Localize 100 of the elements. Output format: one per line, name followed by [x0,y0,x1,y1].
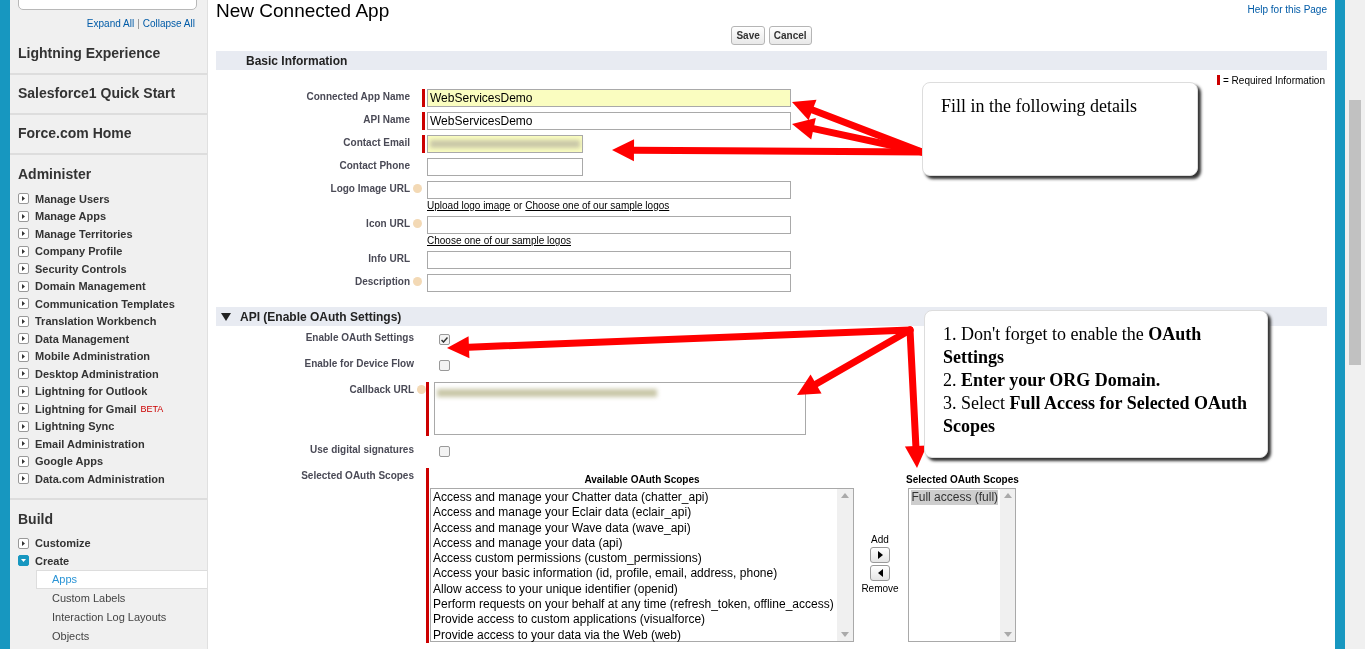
field-link[interactable]: Choose one of our sample logos [525,200,670,211]
list-option[interactable]: Access and manage your Eclair data (eclair_api) [433,505,835,521]
input-field[interactable] [427,216,791,234]
expand-icon[interactable] [18,420,29,432]
expand-all-link[interactable]: Expand All [86,18,135,29]
expand-icon[interactable] [18,537,29,549]
save-button[interactable]: Save [731,26,765,45]
sidebar-item[interactable]: Security Controls [35,262,127,275]
sidebar-item[interactable]: Communication Templates [35,297,175,310]
section-title: Basic Information [246,53,348,68]
expand-icon[interactable] [18,385,29,397]
list-option[interactable]: Access your basic information (id, profile, email, address, phone) [433,566,835,582]
callout-text: 3. Select Full Access for Selected OAuth Scopes [943,392,1249,438]
expand-icon[interactable] [18,210,29,222]
input-field[interactable]: WebServicesDemo [427,89,791,107]
input-field[interactable] [427,158,583,176]
list-option[interactable]: Allow access to your unique identifier (openid) [433,581,835,598]
input-field[interactable] [427,251,791,269]
sidebar-item[interactable]: Customize [35,537,91,550]
sidebar-item[interactable]: Lightning for Gmail [35,402,137,415]
input-field[interactable] [427,181,791,199]
list-option[interactable]: Full access (full) [911,490,999,506]
collapse-all-link[interactable]: Collapse All [142,18,195,29]
sidebar-subitem[interactable]: Custom Labels [36,588,207,608]
separator: | [137,18,140,29]
expand-icon[interactable] [18,245,29,257]
expand-icon[interactable] [18,438,29,450]
expand-icon[interactable] [18,333,29,345]
list-title: Available OAuth Scopes [584,472,700,487]
list-option[interactable]: Perform requests on your behalf at any time (refresh_token, offline_access) [433,597,835,613]
sidebar-item[interactable]: Lightning Sync [35,420,115,433]
field-link[interactable]: Choose one of our sample logos [427,235,571,246]
expand-icon[interactable] [18,298,29,310]
input-field[interactable]: WebServicesDemo [427,112,791,130]
expand-icon[interactable] [18,263,29,275]
collapse-icon[interactable] [18,555,29,567]
list-option[interactable]: Access and manage your Chatter data (chatter_api) [433,490,835,506]
scrollbar[interactable] [1345,0,1365,649]
page-title: New Connected App [216,0,390,22]
field-label: Use digital signatures [310,444,414,455]
field-label: Icon URL [366,218,410,229]
sidebar-item[interactable]: Manage Apps [35,210,107,223]
sidebar-heading-link[interactable]: Salesforce1 Quick Start [10,75,207,115]
sidebar-subitem[interactable]: Interaction Log Layouts [36,607,207,627]
sidebar-item[interactable]: Data Management [35,332,130,345]
list-option[interactable]: Access and manage your Wave data (wave_api) [433,520,835,536]
expand-icon[interactable] [18,193,29,205]
input-field[interactable] [427,135,583,153]
remove-button[interactable] [870,565,890,581]
beta-label: BETA [140,403,164,414]
add-button[interactable] [870,547,890,563]
checkbox[interactable] [439,360,450,371]
sidebar-item[interactable]: Desktop Administration [35,367,159,380]
expand-icon[interactable] [18,403,29,415]
checkbox[interactable] [439,446,450,457]
expand-icon[interactable] [18,350,29,362]
expand-icon[interactable] [18,315,29,327]
expand-icon[interactable] [18,368,29,380]
sidebar-item[interactable]: Company Profile [35,245,123,258]
sidebar-item[interactable]: Mobile Administration [35,350,151,363]
cancel-button[interactable]: Cancel [768,26,812,45]
sidebar-item[interactable]: Data.com Administration [35,472,165,485]
callout-text: 1. Don't forget to enable the OAuth Settings [943,323,1203,369]
sidebar-item[interactable]: Email Administration [35,437,145,450]
available-scopes-list[interactable] [430,488,854,642]
list-option[interactable]: Provide access to custom applications (visualforce) [433,612,835,628]
input-field[interactable] [427,274,791,292]
sidebar-item[interactable]: Create [35,554,70,567]
expand-icon[interactable] [18,473,29,485]
field-label: Info URL [368,253,410,264]
sidebar-item[interactable]: Translation Workbench [35,315,157,328]
scrollbar-thumb[interactable] [1349,100,1361,365]
remove-label: Remove [861,583,899,594]
list-option[interactable]: Access custom permissions (custom_permissions) [433,551,835,567]
section-toggle-icon[interactable] [221,312,231,321]
expand-icon[interactable] [18,280,29,292]
sidebar-subitem[interactable]: Objects [36,626,207,646]
required-marker [1217,75,1220,85]
sidebar-item[interactable]: Manage Territories [35,227,133,240]
field-label: Enable OAuth Settings [305,332,414,343]
add-label: Add [871,534,889,545]
checkbox[interactable] [439,334,450,345]
sidebar-item[interactable]: Lightning for Outlook [35,385,148,398]
list-option[interactable]: Access and manage your data (api) [433,535,835,552]
expand-icon[interactable] [18,228,29,240]
left-triangle-icon [877,569,883,577]
sidebar-group-title: Administer [17,165,93,184]
sidebar-heading-link[interactable]: Lightning Experience [10,35,207,75]
expand-icon[interactable] [18,455,29,467]
help-link[interactable]: Help for this Page [1247,4,1327,15]
selected-scopes-list[interactable]: Full access (full) [908,488,1017,642]
sidebar-item[interactable]: Manage Users [35,192,110,205]
callout-text: 2. Enter your ORG Domain. [943,369,1162,392]
sidebar-item[interactable]: Google Apps [35,455,104,468]
field-link[interactable]: Upload logo image [427,200,511,211]
list-option[interactable]: Provide access to your data via the Web (web) [433,627,835,643]
sidebar-heading-link[interactable]: Force.com Home [10,115,207,155]
sidebar-item[interactable]: Domain Management [35,280,146,293]
callback-url-field[interactable] [434,382,806,435]
field-label: Selected OAuth Scopes [301,470,414,481]
